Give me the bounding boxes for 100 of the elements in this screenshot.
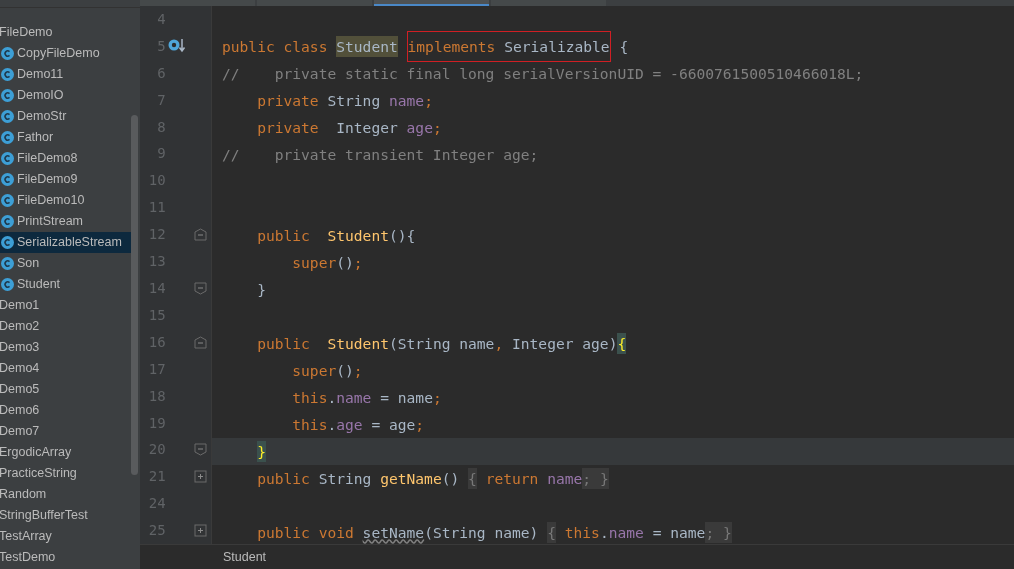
code-token: , bbox=[494, 333, 504, 354]
tree-item[interactable]: Demo2 bbox=[0, 316, 140, 337]
tree-item[interactable]: Random bbox=[0, 484, 140, 505]
expand-icon[interactable] bbox=[193, 524, 207, 538]
code-token: super bbox=[292, 252, 337, 273]
class-icon bbox=[1, 278, 14, 291]
code-token: age bbox=[336, 414, 363, 435]
tree-item[interactable]: Demo4 bbox=[0, 358, 140, 379]
tree-item[interactable]: SerializableStream bbox=[0, 232, 132, 253]
code-token: getName bbox=[380, 468, 442, 489]
tree-item[interactable]: TestArray bbox=[0, 526, 140, 547]
class-icon bbox=[1, 110, 14, 123]
code-token: ; bbox=[432, 117, 442, 138]
tree-item[interactable]: FileDemo8 bbox=[0, 148, 140, 169]
code-token: ; bbox=[415, 414, 425, 435]
code-token: name bbox=[389, 90, 425, 111]
tree-item[interactable]: TestDemo bbox=[0, 547, 140, 568]
code-token: { bbox=[619, 36, 629, 57]
class-icon bbox=[1, 194, 14, 207]
code-token: setName bbox=[362, 522, 425, 543]
scrollbar[interactable] bbox=[131, 115, 138, 475]
code-token: name bbox=[608, 522, 644, 543]
code-token: this bbox=[292, 387, 328, 408]
code-token: String bbox=[327, 90, 381, 111]
code-token: // private transient Integer age; bbox=[222, 144, 539, 165]
tree-item[interactable]: PracticeString bbox=[0, 463, 140, 484]
code-token: ; bbox=[424, 90, 433, 111]
class-icon bbox=[1, 152, 14, 165]
tree-item[interactable]: Student bbox=[0, 274, 140, 295]
class-icon bbox=[1, 173, 14, 186]
tree-item[interactable]: FileDemo10 bbox=[0, 190, 140, 211]
code-token: // private static final long serialVersionUID = -6600761500510466018L; bbox=[222, 63, 864, 84]
tree-item[interactable]: ErgodicArray bbox=[0, 442, 140, 463]
code-token: this bbox=[564, 522, 600, 543]
tree-item[interactable]: Demo1 bbox=[0, 295, 140, 316]
code-token: private bbox=[257, 90, 319, 111]
code-token: public bbox=[257, 468, 310, 489]
code-token: . bbox=[327, 387, 337, 408]
class-icon bbox=[1, 89, 14, 102]
code-token: (String name bbox=[388, 333, 495, 354]
fold-icon[interactable] bbox=[193, 335, 207, 349]
fold-icon[interactable] bbox=[193, 228, 207, 242]
code-token: implements bbox=[407, 37, 496, 55]
code-token: public void bbox=[257, 522, 354, 543]
fold-icon[interactable] bbox=[193, 282, 207, 295]
class-icon bbox=[1, 215, 14, 228]
code-token: this bbox=[292, 414, 328, 435]
code-token: = name bbox=[380, 387, 433, 408]
class-icon bbox=[1, 131, 14, 144]
tree-item[interactable]: Demo7 bbox=[0, 421, 140, 442]
tree-item[interactable]: DemoStr bbox=[0, 106, 140, 127]
code-token: { bbox=[617, 332, 627, 355]
tree-item[interactable]: Demo6 bbox=[0, 400, 140, 421]
fold-icon[interactable] bbox=[193, 443, 207, 457]
code-token: Serializable bbox=[504, 37, 610, 55]
class-icon bbox=[1, 68, 14, 81]
code-token: () bbox=[441, 468, 460, 489]
implemented-icon[interactable] bbox=[168, 38, 187, 55]
tree-item[interactable]: PrintStream bbox=[0, 211, 140, 232]
breadcrumb[interactable]: Student bbox=[223, 547, 267, 567]
code-token: { bbox=[468, 467, 477, 490]
code-token: public bbox=[257, 225, 310, 246]
class-icon bbox=[1, 236, 14, 249]
code-token: name bbox=[336, 387, 372, 408]
class-icon bbox=[1, 47, 14, 60]
code-token: Student bbox=[327, 333, 389, 354]
code-token: name bbox=[547, 468, 583, 489]
tree-item[interactable]: CopyFileDemo bbox=[0, 43, 140, 64]
code-token: . bbox=[327, 414, 337, 435]
tree-item[interactable]: Demo5 bbox=[0, 379, 140, 400]
code-token: () bbox=[336, 360, 354, 381]
code-token: super bbox=[292, 360, 337, 381]
code-token: = name bbox=[652, 522, 706, 543]
tree-item[interactable]: Demo11 bbox=[0, 64, 140, 85]
code-token: private bbox=[257, 117, 319, 138]
tree-item[interactable]: Fathor bbox=[0, 127, 140, 148]
tree-item[interactable]: Son bbox=[0, 253, 140, 274]
code-token: . bbox=[599, 522, 609, 543]
tree-item[interactable]: Demo3 bbox=[0, 337, 140, 358]
tree-item[interactable]: FileDemo9 bbox=[0, 169, 140, 190]
code-token: ; } bbox=[705, 521, 732, 544]
class-icon bbox=[1, 257, 14, 270]
editor-tab[interactable] bbox=[374, 0, 489, 6]
code-token: String bbox=[318, 468, 372, 489]
code-token: age bbox=[406, 117, 433, 138]
tree-item[interactable]: StringBufferTest bbox=[0, 505, 140, 526]
code-token: () bbox=[336, 252, 354, 273]
tree-item[interactable]: DemoIO bbox=[0, 85, 140, 106]
code-token: } bbox=[257, 279, 266, 300]
code-token: ; bbox=[432, 387, 442, 408]
code-token: ; bbox=[353, 252, 363, 273]
code-token: Student bbox=[327, 225, 389, 246]
code-token: public class bbox=[222, 36, 328, 57]
tree-item[interactable]: FileDemo bbox=[0, 22, 140, 43]
code-token: Student bbox=[336, 35, 398, 58]
code-token: Integer bbox=[336, 117, 398, 138]
code-token: Integer age) bbox=[512, 333, 618, 354]
expand-icon[interactable] bbox=[193, 470, 207, 484]
code-token: { bbox=[547, 521, 556, 544]
code-token: ; } bbox=[582, 467, 609, 490]
